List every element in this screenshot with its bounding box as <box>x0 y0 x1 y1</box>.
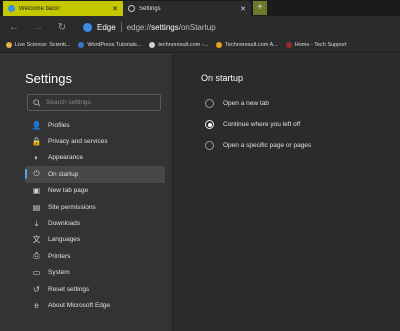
sidebar-item-label: New tab page <box>48 187 89 195</box>
sidebar-item-privacy[interactable]: 🔒 Privacy and services <box>25 133 165 149</box>
bookmark-item[interactable]: WordPress Tutorials... <box>78 42 141 48</box>
sidebar-item-label: Appearance <box>48 154 84 162</box>
favorites-bar: Live Science: Scienti... WordPress Tutor… <box>0 38 400 53</box>
sidebar-item-downloads[interactable]: ⤓ Downloads <box>25 215 165 231</box>
sidebar-item-label: Profiles <box>48 121 70 129</box>
page-title: Settings <box>25 71 72 86</box>
bookmark-label: Home - Tech Support <box>294 42 347 48</box>
gear-icon <box>128 5 135 12</box>
bookmark-item[interactable]: Technoresult.com A... <box>216 42 278 48</box>
permissions-icon: ▤ <box>32 202 41 212</box>
close-icon[interactable]: ✕ <box>240 5 246 13</box>
sidebar-item-site-permissions[interactable]: ▤ Site permissions <box>25 199 165 215</box>
reset-icon: ↺ <box>33 284 40 294</box>
edge-favicon-icon <box>8 5 15 12</box>
sidebar-item-label: Privacy and services <box>48 138 108 146</box>
url-text: edge://settings/onStartup <box>127 23 216 32</box>
sidebar-item-label: Downloads <box>48 220 81 228</box>
settings-nav: 👤 Profiles 🔒 Privacy and services ◐ Appeara… <box>25 117 165 314</box>
radio-button[interactable] <box>205 120 214 129</box>
settings-sidebar: Settings 👤 Profiles 🔒 Privacy and services… <box>0 54 172 331</box>
bookmark-item[interactable]: Live Science: Scienti... <box>6 42 70 48</box>
radio-button[interactable] <box>205 99 214 108</box>
printer-icon: ⎙ <box>33 251 40 261</box>
bookmark-favicon-icon <box>78 42 85 48</box>
bookmark-label: technoresult.com -... <box>158 42 209 48</box>
language-icon: 文 <box>32 235 41 245</box>
option-label: Open a specific page or pages <box>223 142 312 149</box>
search-icon <box>33 98 41 107</box>
startup-option-continue[interactable]: Continue where you left off <box>205 120 300 129</box>
settings-content: On startup Open a new tab Continue where… <box>172 54 400 331</box>
url-host: settings <box>151 22 179 32</box>
sidebar-item-label: On startup <box>48 170 79 178</box>
tab-welcome[interactable]: Welcome back! ✕ <box>3 1 123 16</box>
bookmark-favicon-icon <box>149 42 156 48</box>
bookmark-item[interactable]: technoresult.com -... <box>149 42 208 48</box>
sidebar-item-new-tab-page[interactable]: ▣ New tab page <box>25 183 165 199</box>
address-toolbar: ← → ↻ Edge edge://settings/onStartup <box>0 16 400 38</box>
forward-button[interactable]: → <box>33 22 43 33</box>
tab-title: Welcome back! <box>19 5 60 12</box>
tab-strip: Welcome back! ✕ Settings ✕ + <box>0 0 400 16</box>
close-icon[interactable]: ✕ <box>112 5 118 13</box>
sidebar-item-label: Site permissions <box>48 203 96 211</box>
download-icon: ⤓ <box>34 218 39 228</box>
section-title: On startup <box>201 73 244 83</box>
bookmark-favicon-icon <box>285 42 292 48</box>
option-label: Open a new tab <box>223 100 269 107</box>
browser-brand: Edge <box>97 22 116 32</box>
address-bar[interactable]: Edge edge://settings/onStartup <box>83 22 216 32</box>
sidebar-item-system[interactable]: ▭ System <box>25 265 165 281</box>
edge-logo-icon: e <box>34 300 39 310</box>
sidebar-item-label: About Microsoft Edge <box>48 301 111 309</box>
search-box[interactable] <box>27 94 161 111</box>
sidebar-item-languages[interactable]: 文 Languages <box>25 232 165 248</box>
sidebar-item-about[interactable]: e About Microsoft Edge <box>25 297 165 313</box>
url-prefix: edge:// <box>126 22 152 32</box>
sidebar-item-label: System <box>48 269 70 277</box>
sidebar-item-printers[interactable]: ⎙ Printers <box>25 248 165 264</box>
palette-icon: ◐ <box>34 153 39 163</box>
sidebar-item-on-startup[interactable]: ⏻ On startup <box>25 166 165 183</box>
url-path: /onStartup <box>178 22 216 32</box>
option-label: Continue where you left off <box>223 121 301 128</box>
search-input[interactable] <box>46 99 156 106</box>
bookmark-label: Technoresult.com A... <box>225 42 278 48</box>
bookmark-favicon-icon <box>6 42 12 48</box>
sidebar-item-label: Printers <box>48 252 71 260</box>
sidebar-item-profiles[interactable]: 👤 Profiles <box>25 117 165 133</box>
new-tab-button[interactable]: + <box>253 1 267 15</box>
startup-option-new-tab[interactable]: Open a new tab <box>205 99 269 108</box>
sidebar-item-label: Reset settings <box>48 285 90 293</box>
startup-option-specific-pages[interactable]: Open a specific page or pages <box>205 141 311 150</box>
radio-button[interactable] <box>205 141 214 150</box>
power-icon: ⏻ <box>33 169 40 179</box>
system-icon: ▭ <box>32 268 41 278</box>
tab-settings[interactable]: Settings ✕ <box>123 1 251 16</box>
sidebar-item-label: Languages <box>48 236 81 244</box>
lock-icon: 🔒 <box>31 137 42 147</box>
profile-icon: 👤 <box>31 120 42 130</box>
refresh-button[interactable]: ↻ <box>57 22 67 33</box>
sidebar-item-reset[interactable]: ↺ Reset settings <box>25 281 165 297</box>
bookmark-item[interactable]: Home - Tech Support <box>285 42 347 48</box>
back-button[interactable]: ← <box>9 22 19 33</box>
bookmark-label: Live Science: Scienti... <box>15 42 71 48</box>
tab-title: Settings <box>139 5 161 12</box>
sidebar-item-appearance[interactable]: ◐ Appearance <box>25 150 165 166</box>
bookmark-label: WordPress Tutorials... <box>87 42 142 48</box>
divider <box>120 22 122 32</box>
edge-logo-icon <box>83 22 92 32</box>
new-tab-icon: ▣ <box>32 186 41 196</box>
bookmark-favicon-icon <box>216 42 223 48</box>
